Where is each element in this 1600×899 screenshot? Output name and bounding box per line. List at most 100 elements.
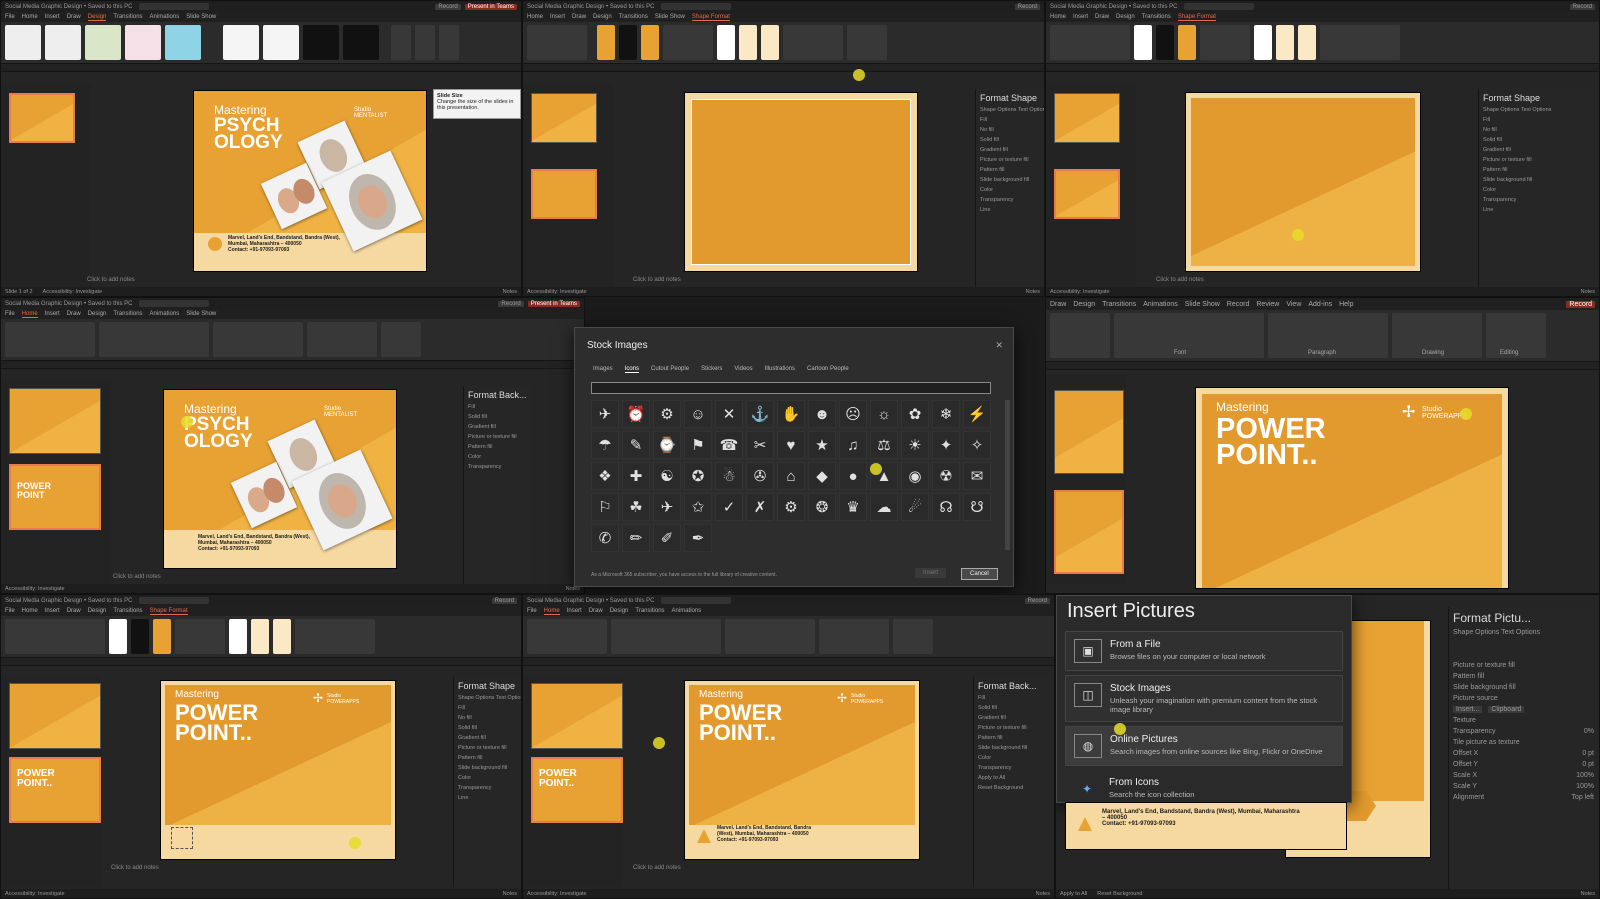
slide-background-fill-option[interactable]: Slide background fill [980, 177, 1041, 183]
pattern-fill-option[interactable]: Pattern fill [978, 735, 1049, 741]
slide-background-fill-option[interactable]: Slide background fill [1453, 684, 1594, 691]
fill-section[interactable]: Fill [1483, 117, 1594, 123]
stock-icon-cell[interactable]: ☀ [901, 431, 929, 459]
variant-thumb[interactable] [303, 25, 339, 60]
tab-insert[interactable]: Insert [1073, 14, 1088, 20]
tab-animations[interactable]: Animations [672, 608, 702, 614]
fill-section[interactable]: Fill [458, 705, 519, 711]
tab-transitions[interactable]: Transitions [635, 608, 664, 614]
slide-size-button[interactable] [391, 25, 411, 60]
color-picker[interactable]: Color [1483, 187, 1594, 193]
stock-icon-cell[interactable]: ✿ [901, 400, 929, 428]
stock-icon-cell[interactable]: ✋ [777, 400, 805, 428]
arrange-group[interactable] [783, 25, 843, 60]
pane-tabs[interactable]: Shape Options Text Options [1453, 629, 1594, 636]
tab-insert[interactable]: Insert [45, 14, 60, 20]
wordart-cream-2[interactable] [761, 25, 779, 60]
record-button[interactable]: Record [1566, 300, 1595, 308]
record-button[interactable]: Record [1014, 3, 1040, 10]
tab-slideshow[interactable]: Slide Show [186, 311, 216, 317]
tab-shape-format[interactable]: Shape Format [149, 608, 188, 615]
wordart-cream[interactable] [1276, 25, 1294, 60]
theme-thumb[interactable] [85, 25, 121, 60]
selected-rectangle[interactable] [691, 99, 911, 265]
font-group[interactable] [611, 619, 721, 654]
insert-picture-button[interactable]: Insert... [1453, 706, 1483, 713]
thumbnail-slide-1[interactable] [9, 683, 101, 749]
stock-icon-cell[interactable]: ☻ [808, 400, 836, 428]
tab-addins[interactable]: Add-ins [1308, 301, 1332, 308]
tab-home[interactable]: Home [21, 311, 38, 318]
thumbnail-slide-2[interactable] [531, 169, 597, 219]
shape-style-orange[interactable] [1178, 25, 1196, 60]
slides-group[interactable] [527, 619, 607, 654]
notes-placeholder[interactable]: Click to add notes [633, 865, 681, 871]
transparency-value[interactable]: 0% [1584, 728, 1594, 735]
stock-icon-cell[interactable]: ☼ [870, 400, 898, 428]
tab-images[interactable]: Images [593, 366, 613, 373]
tab-home[interactable]: Home [527, 14, 543, 20]
tab-draw[interactable]: Draw [572, 14, 586, 20]
transparency-slider[interactable]: Transparency [978, 765, 1049, 771]
font-group[interactable]: Font [1114, 313, 1264, 358]
transparency-slider[interactable]: Transparency [980, 197, 1041, 203]
notes-toggle[interactable]: Notes [1581, 289, 1595, 295]
no-fill-option[interactable]: No fill [1483, 127, 1594, 133]
pattern-fill-option[interactable]: Pattern fill [468, 444, 529, 450]
stock-icon-cell[interactable]: ☃ [715, 462, 743, 490]
tab-animations[interactable]: Animations [150, 14, 180, 20]
color-picker[interactable]: Color [978, 755, 1049, 761]
slide-background-fill-option[interactable]: Slide background fill [1483, 177, 1594, 183]
drawing-group[interactable]: Drawing [1392, 313, 1482, 358]
shape-style-black[interactable] [131, 619, 149, 654]
shape-style-white[interactable] [109, 619, 127, 654]
status-accessibility[interactable]: Accessibility: Investigate [527, 289, 587, 295]
tab-view[interactable]: View [1286, 301, 1301, 308]
arrange-group[interactable] [1320, 25, 1400, 60]
editing-group[interactable] [893, 619, 933, 654]
wordart-white[interactable] [717, 25, 735, 60]
notes-toggle[interactable]: Notes [503, 289, 517, 295]
tab-draw[interactable]: Draw [1050, 301, 1066, 308]
insert-button[interactable]: Insert [915, 568, 947, 578]
tab-shape-format[interactable]: Shape Format [691, 14, 730, 21]
tab-illustrations[interactable]: Illustrations [765, 366, 795, 373]
tab-help[interactable]: Help [1339, 301, 1353, 308]
gradient-fill-option[interactable]: Gradient fill [468, 424, 529, 430]
stock-icon-cell[interactable]: ☁ [870, 493, 898, 521]
slide-powerpoint[interactable]: Mastering POWER POINT.. ✢ Studio POWERAPP… [161, 681, 395, 859]
search-box[interactable] [1183, 3, 1254, 10]
tab-design[interactable]: Design [88, 608, 107, 614]
stock-icon-cell[interactable]: ✦ [932, 431, 960, 459]
stock-icon-cell[interactable]: ● [839, 462, 867, 490]
record-button[interactable]: Record [498, 300, 524, 307]
notes-toggle[interactable]: Notes [1036, 891, 1050, 897]
wordart-cream-2[interactable] [1298, 25, 1316, 60]
tab-transitions[interactable]: Transitions [1102, 301, 1136, 308]
tab-animations[interactable]: Animations [150, 311, 180, 317]
tab-home[interactable]: Home [1050, 14, 1066, 20]
thumbnail-slide-1[interactable] [9, 93, 75, 143]
notes-placeholder[interactable]: Click to add notes [633, 277, 681, 283]
stock-icon-cell[interactable]: ☎ [715, 431, 743, 459]
online-pictures-option[interactable]: ◍ Online Pictures Search images from onli… [1065, 726, 1343, 766]
thumbnail-slide-2[interactable]: POWER POINT.. [9, 757, 101, 823]
stock-icon-cell[interactable]: ☢ [932, 462, 960, 490]
notes-placeholder[interactable]: Click to add notes [87, 277, 135, 283]
stock-icon-cell[interactable]: ✩ [684, 493, 712, 521]
gradient-fill-option[interactable]: Gradient fill [458, 735, 519, 741]
slide-psychology[interactable]: Mastering PSYCH OLOGY Studio MENTALIST M… [164, 390, 396, 568]
theme-thumb[interactable] [45, 25, 81, 60]
clipboard-button[interactable]: Clipboard [1488, 706, 1525, 713]
thumbnail-slide-1[interactable] [531, 93, 597, 143]
stock-icon-cell[interactable]: ☯ [653, 462, 681, 490]
insert-shapes-group[interactable] [527, 25, 587, 60]
solid-fill-option[interactable]: Solid fill [1483, 137, 1594, 143]
stock-icon-cell[interactable]: ✓ [715, 493, 743, 521]
thumbnail-slide-2[interactable] [1054, 490, 1124, 574]
thumbnail-slide-2[interactable] [1054, 169, 1120, 219]
stock-icon-cell[interactable]: ✕ [715, 400, 743, 428]
fill-section[interactable]: Fill [980, 117, 1041, 123]
stock-icon-cell[interactable]: ✇ [746, 462, 774, 490]
tab-transitions[interactable]: Transitions [113, 311, 142, 317]
